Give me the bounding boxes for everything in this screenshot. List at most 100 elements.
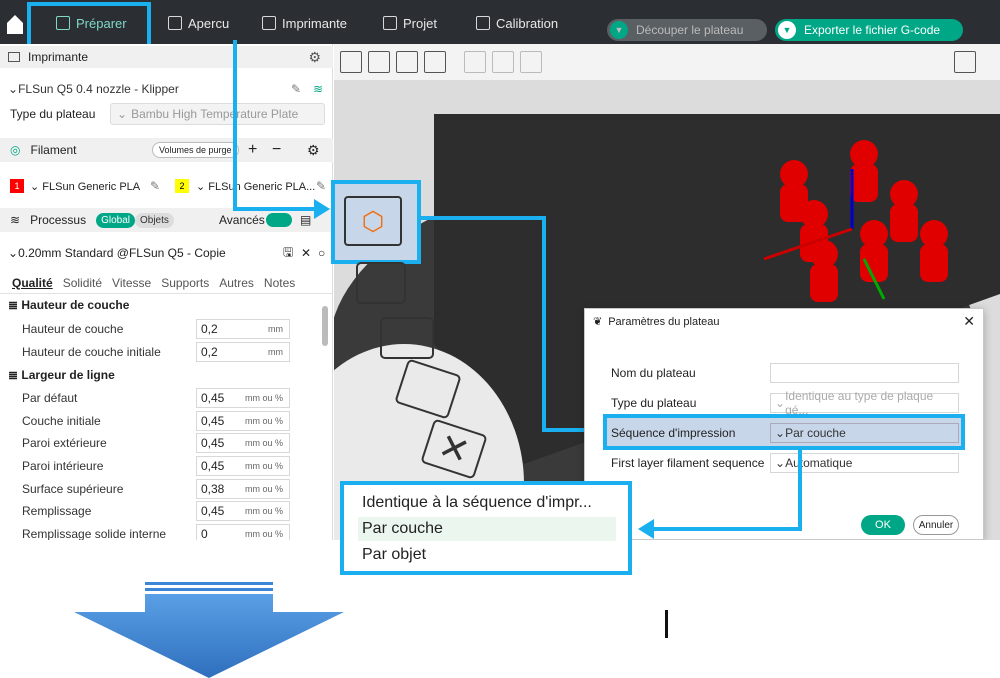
- plate-type-select[interactable]: ⌄ Bambu High Temperature Plate: [110, 103, 325, 125]
- param-label: Paroi extérieure: [22, 436, 107, 450]
- ok-button[interactable]: OK: [861, 515, 905, 535]
- param-input[interactable]: 0,45 mm ou %: [196, 501, 290, 521]
- arrange-icon[interactable]: [424, 51, 446, 73]
- param-input[interactable]: 0,38 mm ou %: [196, 479, 290, 499]
- calibration-icon: [476, 16, 490, 30]
- app-logo-icon: ❦: [593, 316, 603, 328]
- tab-notes[interactable]: Notes: [264, 276, 295, 290]
- printer-section-title: Imprimante: [28, 50, 89, 64]
- edit-icon[interactable]: ✎: [316, 179, 326, 193]
- param-label: Remplissage: [22, 504, 92, 518]
- param-input[interactable]: 0,45 mm ou %: [196, 388, 290, 408]
- filament-section-header: ◎ Filament Volumes de purge + − ⚙: [0, 138, 333, 162]
- remove-filament-button[interactable]: −: [272, 141, 281, 159]
- filament-1-badge: 1: [10, 179, 24, 193]
- save-icon[interactable]: 🖫: [283, 243, 293, 264]
- plate-settings-dialog: ❦ Paramètres du plateau ✕ Nom du plateau…: [584, 308, 984, 540]
- slice-plate-button[interactable]: ▼ Découper le plateau: [607, 19, 767, 41]
- filament-2-name: FLSun Generic PLA...: [208, 180, 316, 193]
- purge-volumes-button[interactable]: Volumes de purge: [152, 142, 239, 158]
- tab-printer[interactable]: Imprimante: [262, 10, 347, 36]
- export-gcode-button[interactable]: ▼ Exporter le fichier G-code: [775, 19, 963, 41]
- param-input[interactable]: 0,45 mm ou %: [196, 411, 290, 431]
- tab-strength[interactable]: Solidité: [63, 276, 102, 290]
- dialog-title-bar: ❦ Paramètres du plateau: [593, 315, 720, 329]
- filament-row: 1 ⌄ FLSun Generic PLA ✎ 2 ⌄ FLSun Generi…: [0, 175, 333, 197]
- printer-icon: [8, 52, 20, 62]
- search-icon[interactable]: ○: [318, 246, 325, 260]
- dropdown-option[interactable]: Identique à la séquence d'impr...: [358, 491, 616, 515]
- tab-others[interactable]: Autres: [219, 276, 254, 290]
- highlight-print-sequence: [603, 414, 965, 450]
- advanced-toggle[interactable]: [266, 213, 292, 227]
- chevron-down-icon: ▼: [610, 21, 628, 39]
- tab-speed[interactable]: Vitesse: [112, 276, 151, 290]
- plate-type-select[interactable]: ⌄ Identique au type de plaque gé...: [770, 389, 959, 417]
- tab-project[interactable]: Projet: [383, 10, 437, 36]
- lock-plate-icon[interactable]: [356, 262, 406, 304]
- settings-icon[interactable]: ⚙: [307, 142, 320, 159]
- layer-height-group-title: ≣ Hauteur de couche: [8, 298, 130, 312]
- filament-2-select[interactable]: ⌄ FLSun Generic PLA...: [196, 180, 315, 193]
- toggle-global[interactable]: Global: [96, 212, 135, 228]
- param-input[interactable]: 0,2 mm: [196, 319, 290, 339]
- tab-calibration[interactable]: Calibration: [476, 10, 558, 36]
- process-profile-select[interactable]: ⌄0.20mm Standard @FLSun Q5 - Copie: [8, 246, 226, 260]
- process-tabs: Qualité Solidité Vitesse Supports Autres…: [0, 272, 333, 294]
- edit-icon[interactable]: ✎: [291, 82, 301, 96]
- tab-quality[interactable]: Qualité: [12, 276, 53, 290]
- split-objects-icon[interactable]: [464, 51, 486, 73]
- param-input[interactable]: 0,2 mm: [196, 342, 290, 362]
- arrange-plate-icon[interactable]: [380, 317, 434, 359]
- add-filament-button[interactable]: +: [248, 141, 257, 159]
- dropdown-option[interactable]: Par objet: [358, 543, 616, 567]
- add-object-icon[interactable]: [340, 51, 362, 73]
- plate-type-label: Type du plateau: [611, 396, 697, 410]
- cancel-button[interactable]: Annuler: [913, 515, 959, 535]
- compare-icon[interactable]: ▤: [300, 213, 311, 227]
- connector-line: [421, 216, 546, 220]
- scrollbar[interactable]: [322, 306, 328, 346]
- param-input[interactable]: 0,45 mm ou %: [196, 433, 290, 453]
- dialog-title: Paramètres du plateau: [608, 315, 720, 328]
- connector-line: [233, 40, 237, 211]
- layers-editing-icon[interactable]: [520, 51, 542, 73]
- toggle-objects[interactable]: Objets: [135, 212, 174, 228]
- close-icon[interactable]: ✕: [963, 313, 975, 330]
- process-section-header: ≋ Processus Global Objets Avancés ▤: [0, 208, 333, 232]
- export-gcode-label: Exporter le fichier G-code: [804, 23, 941, 37]
- tab-preview[interactable]: Apercu: [168, 10, 229, 36]
- close-icon[interactable]: ✕: [301, 246, 311, 260]
- printer-select[interactable]: ⌄FLSun Q5 0.4 nozzle - Klipper: [8, 82, 179, 96]
- process-profile-row: ⌄0.20mm Standard @FLSun Q5 - Copie 🖫 ✕ ○: [0, 242, 333, 264]
- project-icon: [383, 16, 397, 30]
- plate-name-input[interactable]: [770, 363, 959, 383]
- settings-icon[interactable]: ⚙: [308, 49, 321, 66]
- tab-supports[interactable]: Supports: [161, 276, 209, 290]
- edit-icon[interactable]: ✎: [150, 179, 160, 193]
- split-parts-icon[interactable]: [492, 51, 514, 73]
- arrow-stripe: [145, 588, 273, 591]
- printer-icon: [262, 16, 276, 30]
- param-label: Hauteur de couche: [22, 322, 124, 336]
- arrow-head: [314, 199, 330, 219]
- view-icon[interactable]: [954, 51, 976, 73]
- slice-plate-label: Découper le plateau: [636, 23, 744, 37]
- param-input[interactable]: 0,45 mm ou %: [196, 456, 290, 476]
- param-label: Remplissage solide interne: [22, 527, 167, 541]
- process-icon: ≋: [10, 213, 21, 227]
- sequence-dropdown: Identique à la séquence d'impr... Par co…: [340, 481, 632, 575]
- filament-icon: ◎: [10, 143, 21, 157]
- connector-line: [652, 527, 802, 531]
- orient-icon[interactable]: [396, 51, 418, 73]
- home-icon[interactable]: [4, 10, 26, 36]
- filament-1-select[interactable]: ⌄ FLSun Generic PLA: [30, 180, 140, 193]
- tab-printer-label: Imprimante: [282, 15, 348, 31]
- wifi-icon[interactable]: ≋: [313, 82, 323, 96]
- add-plate-icon[interactable]: [368, 51, 390, 73]
- dropdown-option-selected[interactable]: Par couche: [358, 517, 616, 541]
- line-width-group-title: ≣ Largeur de ligne: [8, 368, 115, 382]
- connector-line: [233, 207, 319, 211]
- text-cursor: [665, 610, 668, 638]
- chevron-down-icon: ⌄: [117, 107, 128, 121]
